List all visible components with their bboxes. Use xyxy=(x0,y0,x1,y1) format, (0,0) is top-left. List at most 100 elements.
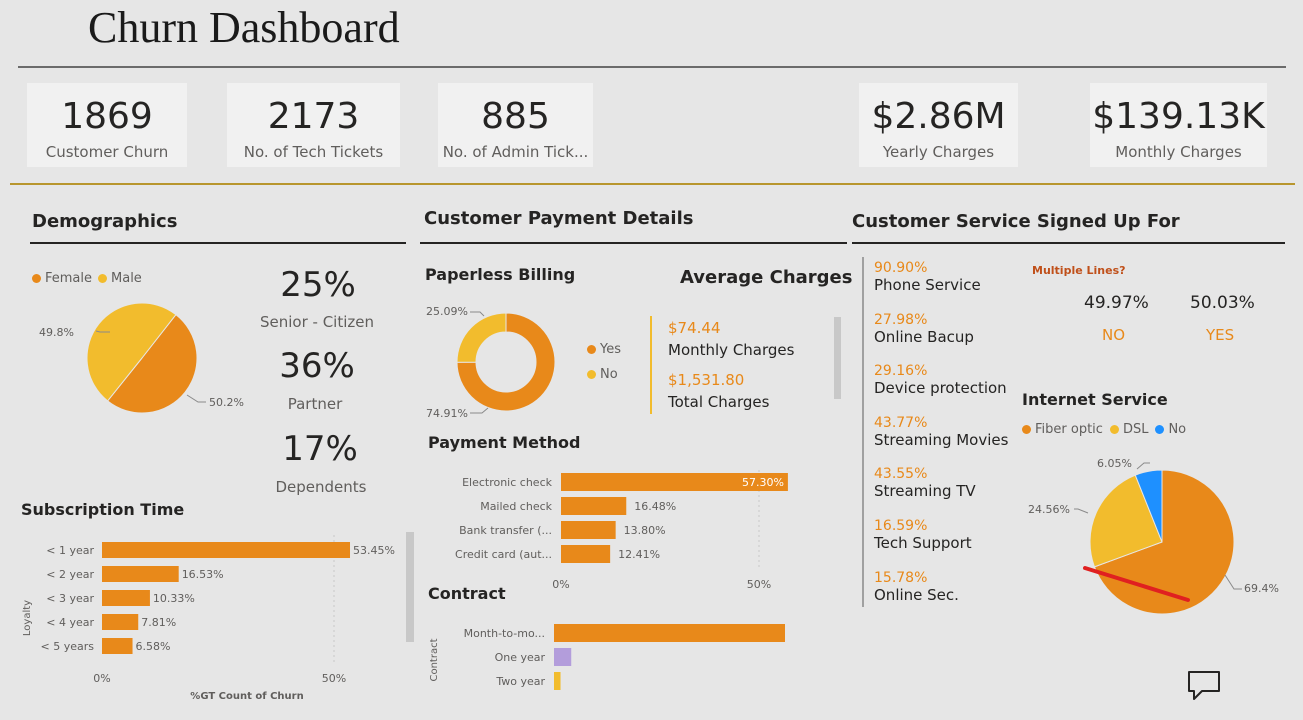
service-item: 27.98% Online Bacup xyxy=(874,312,1008,363)
service-label: Online Sec. xyxy=(874,586,959,604)
kpi-card-monthly-charges[interactable]: $139.13K Monthly Charges xyxy=(1090,83,1267,167)
service-value: 16.59% xyxy=(874,518,928,534)
gender-pie-chart[interactable]: 49.8% 50.2% xyxy=(30,295,260,435)
bar[interactable] xyxy=(102,614,139,630)
kpi-card-tech-tickets[interactable]: 2173 No. of Tech Tickets xyxy=(227,83,400,167)
bar[interactable] xyxy=(102,638,133,654)
x-tick-50: 50% xyxy=(747,578,771,591)
paperless-billing-title: Paperless Billing xyxy=(425,265,576,284)
demographics-title: Demographics xyxy=(32,211,178,232)
partner-value: 36% xyxy=(279,346,355,386)
partner-label: Partner xyxy=(287,395,343,413)
average-charges-title: Average Charges xyxy=(680,267,853,288)
payment-underline xyxy=(420,242,847,244)
internet-legend[interactable]: Fiber optic DSL No xyxy=(1022,422,1186,437)
senior-citizen-label: Senior - Citizen xyxy=(259,313,375,331)
paperless-billing-donut[interactable]: 25.09% 74.91% xyxy=(420,295,650,425)
service-item: 15.78% Online Sec. xyxy=(874,570,1008,604)
bar[interactable] xyxy=(102,566,179,582)
service-value: 90.90% xyxy=(874,260,928,276)
kpi-value: 1869 xyxy=(61,96,153,137)
gender-legend[interactable]: Female Male xyxy=(32,271,142,286)
bar[interactable] xyxy=(561,521,616,539)
pie-slice-no[interactable] xyxy=(456,312,507,363)
service-label: Online Bacup xyxy=(874,328,974,346)
category-label: Mailed check xyxy=(480,500,552,513)
donut-leader-line xyxy=(470,407,489,414)
internet-service-pie-chart[interactable]: 6.05% 24.56% 69.4% xyxy=(1020,445,1303,620)
bar[interactable] xyxy=(554,672,561,690)
legend-label-yes: Yes xyxy=(600,342,621,357)
contract-chart[interactable]: Month-to-mo... One year Two year Contract xyxy=(420,612,840,712)
legend-label-fiber: Fiber optic xyxy=(1035,422,1103,437)
kpi-divider xyxy=(10,183,1295,185)
category-label: < 1 year xyxy=(46,544,94,557)
data-label: 13.80% xyxy=(624,524,666,537)
avg-monthly-value: $74.44 xyxy=(668,319,721,337)
kpi-card-admin-tickets[interactable]: 885 No. of Admin Tick... xyxy=(438,83,593,167)
average-charges-scrollbar[interactable] xyxy=(834,317,841,399)
bar[interactable] xyxy=(554,624,785,642)
subscription-scrollbar[interactable] xyxy=(406,532,414,642)
category-label: Electronic check xyxy=(462,476,553,489)
payment-method-chart[interactable]: Electronic check 57.30% Mailed check 16.48%… xyxy=(420,465,840,595)
comment-icon[interactable] xyxy=(1186,669,1222,703)
category-label: < 4 year xyxy=(46,616,94,629)
pie-leader-line xyxy=(1074,508,1089,514)
multiple-lines-yes-label: YES xyxy=(1206,326,1235,344)
paperless-legend-no[interactable]: No xyxy=(587,367,618,382)
pie-leader-line xyxy=(1224,574,1242,590)
dependents-label: Dependents xyxy=(275,478,367,496)
avg-total-label: Total Charges xyxy=(668,393,770,411)
pie-label-dsl: 24.56% xyxy=(1028,503,1070,516)
subscription-time-title: Subscription Time xyxy=(21,500,185,519)
kpi-label: No. of Admin Tick... xyxy=(442,143,589,161)
services-title: Customer Service Signed Up For xyxy=(852,211,1180,232)
pie-label-male: 49.8% xyxy=(39,326,74,339)
kpi-label: No. of Tech Tickets xyxy=(243,143,384,161)
category-label: Two year xyxy=(495,675,545,688)
data-label: 12.41% xyxy=(618,548,660,561)
multiple-lines-no-label: NO xyxy=(1102,326,1126,344)
senior-citizen-value: 25% xyxy=(280,265,356,305)
service-label: Streaming TV xyxy=(874,482,976,500)
pie-leader-line xyxy=(186,394,206,403)
services-list: 90.90% Phone Service 27.98% Online Bacup… xyxy=(874,260,1008,604)
bar[interactable] xyxy=(554,648,572,666)
service-label: Streaming Movies xyxy=(874,431,1009,449)
legend-label-no: No xyxy=(1168,422,1187,437)
service-item: 16.59% Tech Support xyxy=(874,518,1008,570)
service-item: 43.55% Streaming TV xyxy=(874,466,1008,518)
paperless-legend-yes[interactable]: Yes xyxy=(587,342,621,357)
demographics-underline xyxy=(30,242,406,244)
x-tick-0: 0% xyxy=(93,672,110,685)
dependents-value: 17% xyxy=(282,429,358,469)
legend-label-dsl: DSL xyxy=(1122,422,1149,437)
kpi-value: 2173 xyxy=(267,96,360,137)
legend-dot-no xyxy=(1155,425,1165,434)
bar[interactable] xyxy=(102,590,150,606)
service-label: Phone Service xyxy=(874,276,981,294)
bar[interactable] xyxy=(102,542,351,558)
bar[interactable] xyxy=(561,545,611,563)
data-label: 57.30% xyxy=(742,476,784,489)
title-divider xyxy=(18,66,1286,68)
kpi-card-customer-churn[interactable]: 1869 Customer Churn xyxy=(27,83,187,167)
subscription-time-chart[interactable]: < 1 year 53.45% < 2 year 16.53% < 3 year 10.3… xyxy=(14,530,404,710)
donut-label-yes: 74.91% xyxy=(426,407,468,420)
service-value: 15.78% xyxy=(874,570,928,586)
legend-dot-dsl xyxy=(1109,425,1119,434)
service-item: 43.77% Streaming Movies xyxy=(874,415,1008,466)
pie-label-fiber: 69.4% xyxy=(1244,582,1279,595)
avg-monthly-label: Monthly Charges xyxy=(668,341,795,359)
bar[interactable] xyxy=(561,497,627,515)
y-axis-label: Contract xyxy=(429,638,440,681)
service-value: 43.77% xyxy=(874,415,928,431)
kpi-value: 885 xyxy=(481,96,550,137)
data-label: 16.48% xyxy=(634,500,676,513)
kpi-card-yearly-charges[interactable]: $2.86M Yearly Charges xyxy=(859,83,1018,167)
legend-dot-male xyxy=(98,274,108,283)
avg-total-value: $1,531.80 xyxy=(668,371,745,389)
service-item: 90.90% Phone Service xyxy=(874,260,1008,312)
legend-label-no: No xyxy=(600,367,618,382)
